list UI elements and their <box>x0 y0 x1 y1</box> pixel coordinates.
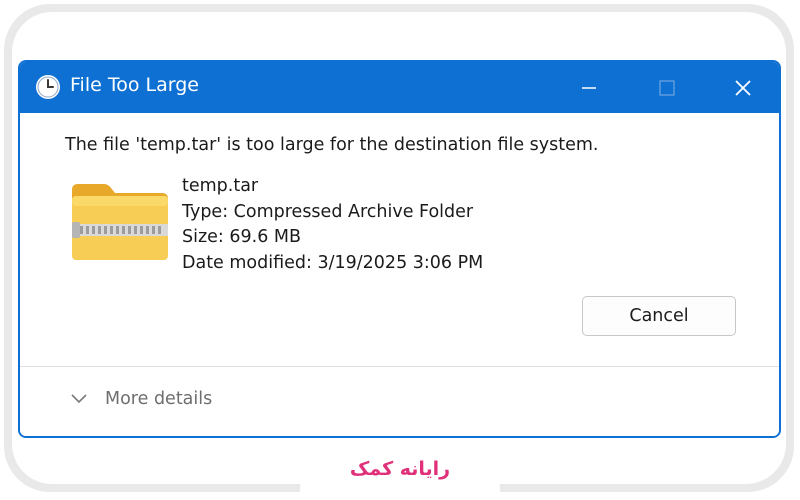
file-name: temp.tar <box>182 176 259 196</box>
file-info: temp.tar Type: Compressed Archive Folder… <box>182 174 483 276</box>
error-message: The file 'temp.tar' is too large for the… <box>65 135 599 155</box>
chevron-down-icon <box>71 394 87 404</box>
minimize-button[interactable] <box>566 62 612 113</box>
minimize-icon <box>582 86 596 89</box>
more-details-toggle[interactable]: More details <box>70 389 212 409</box>
file-date-modified: Date modified: 3/19/2025 3:06 PM <box>182 252 484 273</box>
maximize-button <box>644 62 690 113</box>
zip-folder-icon <box>72 184 168 260</box>
file-too-large-dialog: File Too Large The file 'temp.tar' is to… <box>18 60 781 438</box>
dialog-content: The file 'temp.tar' is too large for the… <box>20 113 779 366</box>
more-details-label: More details <box>105 389 213 409</box>
brand-logo-text: رایانه کمک <box>349 458 451 480</box>
file-size: Size: 69.6 MB <box>182 227 302 247</box>
close-button[interactable] <box>720 62 766 113</box>
maximize-icon <box>659 79 675 96</box>
dialog-footer: More details <box>20 367 779 436</box>
title-bar: File Too Large <box>20 62 779 113</box>
file-type: Type: Compressed Archive Folder <box>182 201 474 222</box>
cancel-button[interactable]: Cancel <box>582 296 736 336</box>
dialog-title: File Too Large <box>70 74 199 96</box>
close-icon <box>735 79 751 96</box>
clock-icon <box>36 75 60 99</box>
